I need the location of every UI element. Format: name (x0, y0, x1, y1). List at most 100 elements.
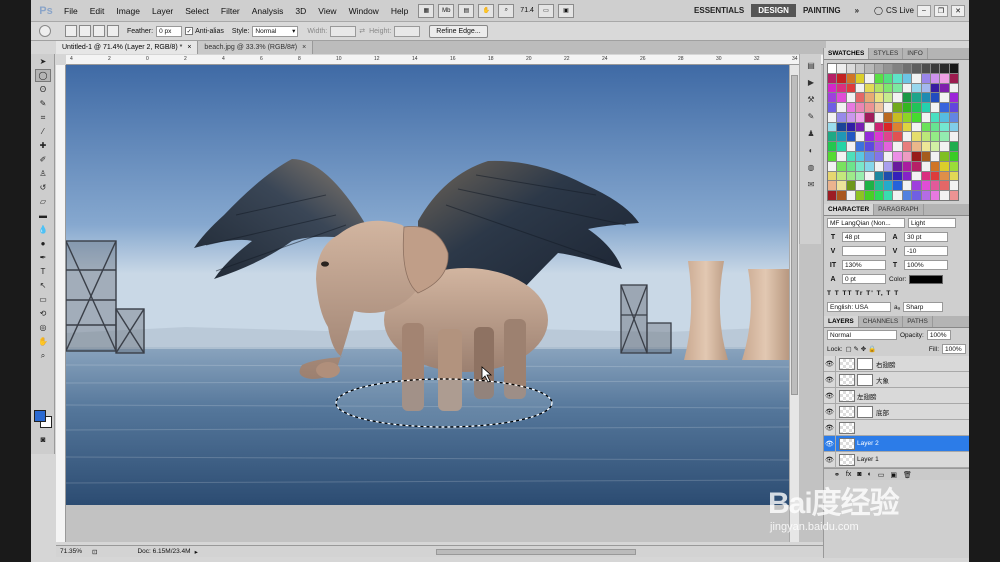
cs-live-button[interactable]: ◯ CS Live (874, 6, 914, 15)
menu-image[interactable]: Image (110, 6, 146, 16)
adjustments-icon[interactable]: ◐ (805, 145, 817, 156)
tab-layers[interactable]: LAYERS (824, 316, 859, 327)
swatch-cell[interactable] (828, 112, 837, 122)
swatch-cell[interactable] (930, 93, 940, 103)
vertical-scale-input[interactable]: 130% (842, 260, 886, 270)
antialias-select[interactable]: Sharp (903, 302, 944, 312)
swatch-cell[interactable] (949, 83, 958, 93)
history-icon[interactable]: ▤ (805, 60, 817, 71)
tab-paths[interactable]: PATHS (903, 316, 933, 327)
height-input[interactable] (394, 25, 421, 37)
swatch-cell[interactable] (856, 142, 865, 152)
swatch-cell[interactable] (884, 83, 893, 93)
swatch-cell[interactable] (949, 191, 958, 200)
swatch-cell[interactable] (837, 73, 846, 83)
swatch-grid[interactable] (827, 63, 959, 201)
swatch-cell[interactable] (921, 73, 930, 83)
document-canvas[interactable] (66, 65, 789, 505)
swatch-cell[interactable] (846, 191, 856, 200)
swatch-cell[interactable] (902, 161, 912, 171)
swatch-cell[interactable] (828, 142, 837, 152)
swatch-cell[interactable] (940, 132, 949, 142)
swatch-cell[interactable] (837, 181, 846, 191)
swatch-cell[interactable] (865, 171, 874, 181)
swatch-cell[interactable] (921, 181, 930, 191)
layer-row-selected[interactable]: 👁 Layer 2 (824, 435, 969, 452)
tab-swatches[interactable]: SWATCHES (824, 48, 870, 59)
menu-layer[interactable]: Layer (146, 6, 179, 16)
swatch-cell[interactable] (874, 122, 884, 132)
swatch-cell[interactable] (846, 64, 856, 73)
swatch-cell[interactable] (930, 132, 940, 142)
swatch-cell[interactable] (874, 83, 884, 93)
font-family-select[interactable]: MF LangQian (Non... (827, 218, 905, 228)
layer-row[interactable]: 👁 (824, 419, 969, 436)
anti-alias-checkbox[interactable]: ✓ (185, 27, 194, 35)
width-input[interactable] (330, 25, 357, 37)
elliptical-marquee-tool-icon[interactable]: ◯ (35, 69, 51, 82)
swatch-cell[interactable] (893, 142, 902, 152)
eraser-tool-icon[interactable]: ▱ (35, 195, 51, 208)
eyedropper-tool-icon[interactable]: ⁄ (35, 125, 51, 138)
swatch-cell[interactable] (856, 132, 865, 142)
swatch-cell[interactable] (930, 83, 940, 93)
swatch-cell[interactable] (884, 64, 893, 73)
swatch-cell[interactable] (837, 112, 846, 122)
swatch-cell[interactable] (828, 152, 837, 161)
swatch-cell[interactable] (912, 83, 921, 93)
workspace-essentials[interactable]: ESSENTIALS (687, 4, 751, 17)
foreground-color-swatch[interactable] (34, 410, 46, 422)
3d-rotate-tool-icon[interactable]: ⟲ (35, 307, 51, 320)
swatch-cell[interactable] (856, 93, 865, 103)
gradient-tool-icon[interactable]: ▬ (35, 209, 51, 222)
swatch-cell[interactable] (940, 64, 949, 73)
swatch-cell[interactable] (846, 93, 856, 103)
swatch-cell[interactable] (921, 112, 930, 122)
swatch-cell[interactable] (893, 64, 902, 73)
swatch-cell[interactable] (912, 73, 921, 83)
layer-style-icon[interactable]: fx (846, 471, 851, 478)
swatch-cell[interactable] (884, 181, 893, 191)
swatch-cell[interactable] (828, 181, 837, 191)
vertical-scrollbar[interactable] (789, 65, 799, 542)
swatch-cell[interactable] (874, 93, 884, 103)
swatch-cell[interactable] (837, 132, 846, 142)
swatch-cell[interactable] (949, 142, 958, 152)
tab-channels[interactable]: CHANNELS (859, 316, 904, 327)
kerning-input[interactable] (842, 246, 886, 256)
pen-tool-icon[interactable]: ✒ (35, 251, 51, 264)
swatch-cell[interactable] (930, 122, 940, 132)
swatch-cell[interactable] (949, 122, 958, 132)
swatch-cell[interactable] (837, 191, 846, 200)
eye-icon[interactable]: 👁 (824, 355, 836, 372)
layer-row[interactable]: 👁 左翅膀 (824, 387, 969, 404)
crop-tool-icon[interactable]: ⌗ (35, 111, 51, 124)
swatch-cell[interactable] (874, 112, 884, 122)
swatch-cell[interactable] (856, 152, 865, 161)
swatch-cell[interactable] (940, 152, 949, 161)
swatch-cell[interactable] (884, 73, 893, 83)
swatch-cell[interactable] (930, 152, 940, 161)
swatch-cell[interactable] (837, 152, 846, 161)
swatch-cell[interactable] (949, 103, 958, 112)
swatch-cell[interactable] (865, 83, 874, 93)
subtract-selection-icon[interactable] (93, 25, 105, 37)
swatch-cell[interactable] (837, 93, 846, 103)
swatch-cell[interactable] (930, 142, 940, 152)
view-extras-button[interactable]: ▤ (458, 3, 475, 18)
swatch-cell[interactable] (921, 171, 930, 181)
eye-icon[interactable]: 👁 (824, 451, 836, 468)
swatch-cell[interactable] (828, 161, 837, 171)
minimize-button[interactable]: – (917, 4, 931, 17)
swatch-cell[interactable] (856, 171, 865, 181)
swatch-cell[interactable] (856, 161, 865, 171)
swatch-cell[interactable] (940, 112, 949, 122)
dodge-tool-icon[interactable]: ● (35, 237, 51, 250)
swatch-cell[interactable] (828, 171, 837, 181)
healing-brush-tool-icon[interactable]: ✚ (35, 139, 51, 152)
workspace-painting[interactable]: PAINTING (796, 4, 848, 17)
eye-icon[interactable]: 👁 (824, 419, 836, 436)
close-tab-icon[interactable]: × (302, 44, 306, 51)
adjustment-layer-icon[interactable]: ◐ (868, 471, 872, 478)
swatch-cell[interactable] (940, 142, 949, 152)
